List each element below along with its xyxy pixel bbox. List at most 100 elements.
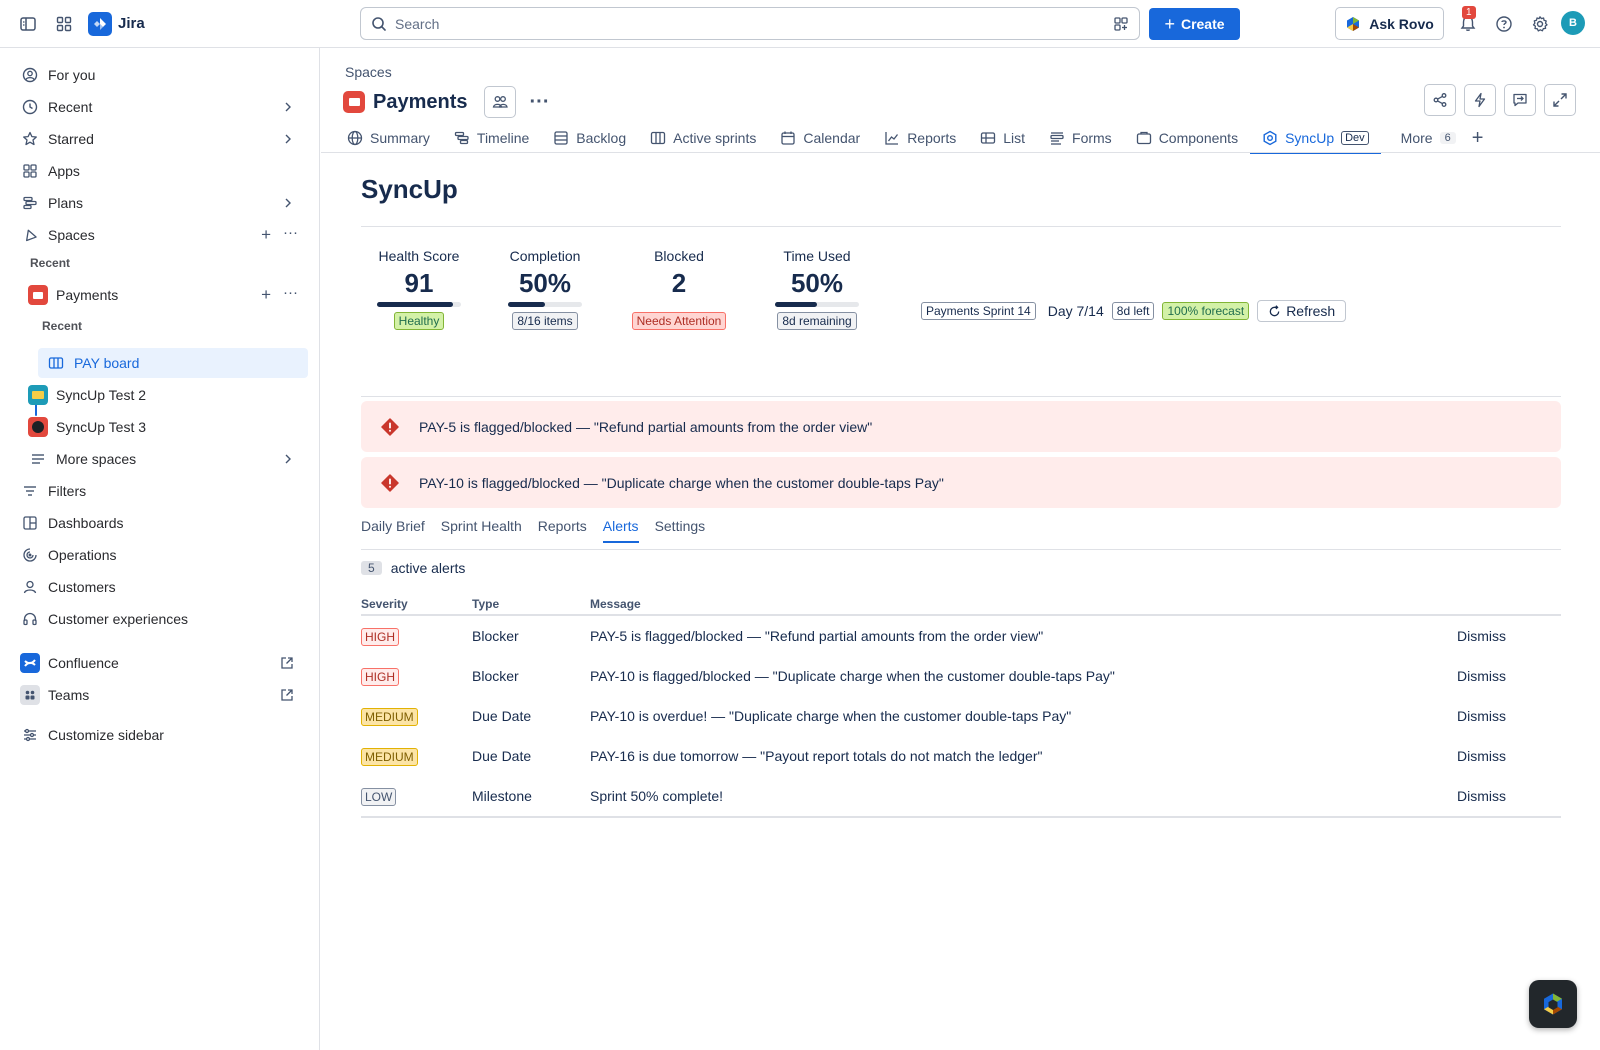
subtab-alerts[interactable]: Alerts [602,518,639,543]
alert-type: Due Date [472,748,532,764]
more-options-icon[interactable]: ··· [283,225,298,242]
sidebar-item-label: Operations [48,547,117,563]
sprint-name-badge: Payments Sprint 14 [921,302,1036,320]
add-space-icon[interactable]: + [261,226,271,243]
sidebar-item-payments[interactable]: Payments + ··· [20,280,308,310]
sidebar-item-spaces[interactable]: Spaces + ··· [12,220,308,250]
dismiss-button[interactable]: Dismiss [1457,668,1561,684]
chevron-right-icon[interactable] [280,99,300,115]
dismiss-button[interactable]: Dismiss [1457,708,1561,724]
tab-more[interactable]: More 6 [1389,124,1468,152]
timeline-icon [454,131,469,145]
sidebar-item-label: SyncUp Test 3 [56,419,147,435]
sidebar-item-recent[interactable]: Recent [12,92,308,122]
subtab-daily-brief[interactable]: Daily Brief [361,518,425,542]
subtab-sprint-health[interactable]: Sprint Health [441,518,522,542]
plus-icon: + [1164,14,1175,34]
sidebar-item-customer-experiences[interactable]: Customer experiences [12,604,308,634]
external-link-icon[interactable] [280,688,300,702]
dismiss-button[interactable]: Dismiss [1457,788,1561,804]
chevron-right-icon[interactable] [280,195,300,211]
sidebar-item-syncup-test-2[interactable]: SyncUp Test 2 [20,380,308,410]
sidebar-toggle-icon[interactable] [14,10,42,38]
fullscreen-button[interactable] [1544,84,1576,116]
add-tab-button[interactable]: + [1468,124,1488,152]
chevron-right-icon[interactable] [280,451,300,467]
metric-label: Health Score [378,248,460,264]
subtab-reports[interactable]: Reports [538,518,587,542]
sidebar-item-customers[interactable]: Customers [12,572,308,602]
divider [361,549,1561,550]
board-icon [650,131,666,145]
create-button[interactable]: + Create [1149,8,1240,40]
tab-summary[interactable]: Summary [345,124,442,152]
tab-active-sprints[interactable]: Active sprints [638,124,768,152]
payments-project-icon [343,91,365,113]
sidebar-item-filters[interactable]: Filters [12,476,308,506]
app-switcher-icon[interactable] [50,10,78,38]
dismiss-button[interactable]: Dismiss [1457,628,1561,644]
top-navigation: Jira Search + Create Ask Rovo 1 B [0,0,1600,48]
syncup-test-3-space-icon [28,417,48,437]
sidebar-item-pay-board[interactable]: PAY board [38,348,308,378]
alert-type: Blocker [472,668,519,684]
sidebar-item-label: Teams [48,687,90,703]
settings-gear-icon[interactable] [1526,10,1554,38]
filter-icon [20,481,40,501]
column-header-type: Type [472,597,500,611]
dev-badge: Dev [1341,131,1369,145]
tab-forms[interactable]: Forms [1037,124,1124,152]
sidebar-item-apps[interactable]: Apps [12,156,308,186]
error-warning-icon [381,417,399,436]
tabs-divider [321,152,1600,153]
tab-components[interactable]: Components [1124,124,1250,152]
subtab-settings[interactable]: Settings [655,518,706,542]
breadcrumb[interactable]: Spaces [345,64,392,80]
help-icon[interactable] [1490,10,1518,38]
jira-logo[interactable]: Jira [88,11,145,36]
external-link-icon[interactable] [280,656,300,670]
add-item-icon[interactable]: + [261,286,271,303]
sidebar-item-plans[interactable]: Plans [12,188,308,218]
sidebar-item-dashboards[interactable]: Dashboards [12,508,308,538]
sidebar-item-for-you[interactable]: For you [12,60,308,90]
chevron-right-icon[interactable] [280,131,300,147]
ask-rovo-button[interactable]: Ask Rovo [1335,7,1444,40]
list-icon [981,132,996,144]
tab-calendar[interactable]: Calendar [768,124,872,152]
automation-button[interactable] [1464,84,1496,116]
sidebar-item-syncup-test-3[interactable]: SyncUp Test 3 [20,412,308,442]
alert-message: PAY-10 is overdue! — "Duplicate charge w… [590,708,1072,724]
sidebar-item-confluence[interactable]: Confluence [12,648,308,678]
sidebar-item-operations[interactable]: Operations [12,540,308,570]
feedback-button[interactable] [1504,84,1536,116]
advanced-search-icon[interactable] [1113,16,1129,32]
sidebar-item-customize[interactable]: Customize sidebar [12,720,308,750]
refresh-button[interactable]: Refresh [1257,300,1347,322]
tab-list[interactable]: List [968,124,1037,152]
user-avatar[interactable]: B [1561,11,1585,35]
sidebar-item-teams[interactable]: Teams [12,680,308,710]
severity-badge: MEDIUM [361,708,418,726]
sidebar-item-more-spaces[interactable]: More spaces [20,444,308,474]
share-button[interactable] [1424,84,1456,116]
more-options-icon[interactable]: ··· [283,285,298,302]
sidebar-item-starred[interactable]: Starred [12,124,308,154]
search-icon [372,16,386,31]
tab-reports[interactable]: Reports [872,124,968,152]
metric-value: 50% [518,268,572,298]
rovo-chat-button[interactable] [1529,980,1577,1028]
tab-label: Timeline [476,130,530,146]
more-options-icon[interactable]: ··· [530,92,550,112]
sidebar-item-label: Recent [48,99,93,115]
search-input[interactable]: Search [360,7,1140,40]
tab-backlog[interactable]: Backlog [541,124,638,152]
progress-fill [508,302,545,307]
tab-syncup[interactable]: SyncUp Dev [1250,124,1381,154]
syncup-test-2-space-icon [28,385,48,405]
metric-label: Time Used [783,248,851,264]
team-members-button[interactable] [483,86,516,118]
dismiss-button[interactable]: Dismiss [1457,748,1561,764]
tab-timeline[interactable]: Timeline [442,124,541,152]
metric-value: 2 [671,268,687,298]
